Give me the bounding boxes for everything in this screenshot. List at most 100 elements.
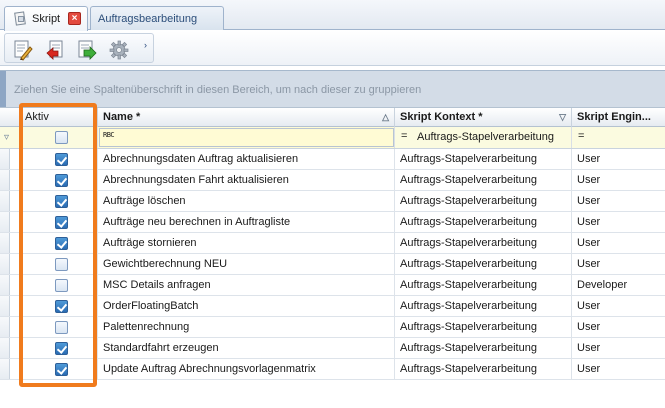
cell-skript-engine[interactable]: User xyxy=(572,212,665,232)
cell-skript-kontext[interactable]: Auftrags-Stapelverarbeitung xyxy=(395,170,572,190)
row-indicator[interactable] xyxy=(0,170,10,190)
cell-aktiv xyxy=(10,359,98,379)
aktiv-checkbox[interactable] xyxy=(55,279,68,292)
table-row[interactable]: Palettenrechnung Auftrags-Stapelverarbeit… xyxy=(0,317,665,338)
toolbar-group xyxy=(4,33,154,63)
table-row[interactable]: Standardfahrt erzeugen Auftrags-Stapelver… xyxy=(0,338,665,359)
row-indicator[interactable] xyxy=(0,254,10,274)
filter-operator-equals-icon[interactable]: = xyxy=(578,130,584,142)
row-indicator[interactable] xyxy=(0,275,10,295)
cell-skript-engine[interactable]: User xyxy=(572,338,665,358)
table-row[interactable]: Aufträge löschen Auftrags-Stapelverarbeit… xyxy=(0,191,665,212)
cell-aktiv xyxy=(10,170,98,190)
cell-skript-kontext[interactable]: Auftrags-Stapelverarbeitung xyxy=(395,359,572,379)
table-row[interactable]: Update Auftrag Abrechnungsvorlagenmatrix… xyxy=(0,359,665,380)
cell-name[interactable]: Update Auftrag Abrechnungsvorlagenmatrix xyxy=(98,359,395,379)
column-header-name[interactable]: Name * △ xyxy=(98,108,395,127)
cell-skript-engine[interactable]: User xyxy=(572,170,665,190)
cell-skript-engine[interactable]: Developer xyxy=(572,275,665,295)
tab-skript[interactable]: Skript × xyxy=(4,6,88,31)
cell-skript-kontext[interactable]: Auftrags-Stapelverarbeitung xyxy=(395,149,572,169)
filter-dropdown-icon[interactable]: ▽ xyxy=(559,108,566,127)
cell-skript-kontext[interactable]: Auftrags-Stapelverarbeitung xyxy=(395,212,572,232)
cell-skript-engine[interactable]: User xyxy=(572,296,665,316)
edit-script-button[interactable] xyxy=(9,37,35,61)
aktiv-checkbox[interactable] xyxy=(55,195,68,208)
filter-skript-engine[interactable]: = xyxy=(572,127,665,148)
cell-name[interactable]: OrderFloatingBatch xyxy=(98,296,395,316)
column-header-name-label: Name * xyxy=(103,111,141,123)
cell-skript-kontext[interactable]: Auftrags-Stapelverarbeitung xyxy=(395,233,572,253)
run-script-button[interactable] xyxy=(73,37,99,61)
row-indicator[interactable] xyxy=(0,212,10,232)
aktiv-checkbox[interactable] xyxy=(55,258,68,271)
cell-skript-engine[interactable]: User xyxy=(572,254,665,274)
aktiv-checkbox[interactable] xyxy=(55,216,68,229)
toolbar: › xyxy=(0,31,665,66)
tab-auftragsbearbeitung-label: Auftragsbearbeitung xyxy=(98,12,198,25)
cell-skript-engine[interactable]: User xyxy=(572,317,665,337)
close-tab-icon[interactable]: × xyxy=(68,12,81,25)
cell-skript-kontext[interactable]: Auftrags-Stapelverarbeitung xyxy=(395,338,572,358)
aktiv-checkbox[interactable] xyxy=(55,363,68,376)
aktiv-checkbox[interactable] xyxy=(55,342,68,355)
column-header-skript-kontext[interactable]: Skript Kontext * ▽ xyxy=(395,108,572,127)
filter-funnel-icon: ▿ xyxy=(4,132,10,143)
cell-skript-kontext[interactable]: Auftrags-Stapelverarbeitung xyxy=(395,191,572,211)
cell-skript-kontext[interactable]: Auftrags-Stapelverarbeitung xyxy=(395,275,572,295)
filter-aktiv-checkbox[interactable] xyxy=(55,131,68,144)
row-indicator[interactable] xyxy=(0,317,10,337)
table-row[interactable]: Gewichtberechnung NEU Auftrags-Stapelvera… xyxy=(0,254,665,275)
cell-name[interactable]: Palettenrechnung xyxy=(98,317,395,337)
filter-skript-kontext[interactable]: = Auftrags-Stapelverarbeitung xyxy=(395,127,572,148)
cell-name[interactable]: Abrechnungsdaten Auftrag aktualisieren xyxy=(98,149,395,169)
aktiv-checkbox[interactable] xyxy=(55,300,68,313)
settings-button[interactable] xyxy=(105,37,131,61)
table-row[interactable]: Aufträge neu berechnen in Auftragliste Au… xyxy=(0,212,665,233)
cell-aktiv xyxy=(10,254,98,274)
filter-name[interactable]: RBC xyxy=(98,127,395,148)
column-header-aktiv-label: Aktiv xyxy=(25,111,49,123)
row-indicator[interactable] xyxy=(0,359,10,379)
cell-name[interactable]: Abrechnungsdaten Fahrt aktualisieren xyxy=(98,170,395,190)
cell-name[interactable]: Aufträge stornieren xyxy=(98,233,395,253)
cell-aktiv xyxy=(10,191,98,211)
column-header-aktiv[interactable]: Aktiv xyxy=(20,108,98,127)
cell-skript-engine[interactable]: User xyxy=(572,359,665,379)
cell-name[interactable]: Aufträge löschen xyxy=(98,191,395,211)
tab-auftragsbearbeitung[interactable]: Auftragsbearbeitung xyxy=(90,6,224,30)
cell-skript-kontext[interactable]: Auftrags-Stapelverarbeitung xyxy=(395,254,572,274)
cell-name[interactable]: Standardfahrt erzeugen xyxy=(98,338,395,358)
aktiv-checkbox[interactable] xyxy=(55,153,68,166)
column-header-skript-engine[interactable]: Skript Engin... xyxy=(572,108,665,127)
filter-aktiv[interactable] xyxy=(20,127,98,148)
filter-operator-contains-icon[interactable]: RBC xyxy=(103,131,115,139)
row-indicator[interactable] xyxy=(0,149,10,169)
revert-button[interactable] xyxy=(41,37,67,61)
table-row[interactable]: Abrechnungsdaten Auftrag aktualisieren Au… xyxy=(0,149,665,170)
group-by-panel[interactable]: Ziehen Sie eine Spaltenüberschrift in di… xyxy=(0,71,665,107)
cell-skript-kontext[interactable]: Auftrags-Stapelverarbeitung xyxy=(395,317,572,337)
row-indicator[interactable] xyxy=(0,296,10,316)
cell-aktiv xyxy=(10,149,98,169)
cell-skript-engine[interactable]: User xyxy=(572,191,665,211)
row-indicator[interactable] xyxy=(0,191,10,211)
cell-skript-kontext[interactable]: Auftrags-Stapelverarbeitung xyxy=(395,296,572,316)
table-row[interactable]: MSC Details anfragen Auftrags-Stapelverar… xyxy=(0,275,665,296)
document-tab-strip: Skript × Auftragsbearbeitung xyxy=(0,0,665,31)
filter-operator-equals-icon[interactable]: = xyxy=(401,130,407,142)
table-row[interactable]: OrderFloatingBatch Auftrags-Stapelverarbe… xyxy=(0,296,665,317)
cell-name[interactable]: MSC Details anfragen xyxy=(98,275,395,295)
aktiv-checkbox[interactable] xyxy=(55,237,68,250)
cell-skript-engine[interactable]: User xyxy=(572,233,665,253)
table-row[interactable]: Abrechnungsdaten Fahrt aktualisieren Auft… xyxy=(0,170,665,191)
cell-name[interactable]: Gewichtberechnung NEU xyxy=(98,254,395,274)
table-row[interactable]: Aufträge stornieren Auftrags-Stapelverarb… xyxy=(0,233,665,254)
cell-skript-engine[interactable]: User xyxy=(572,149,665,169)
cell-name[interactable]: Aufträge neu berechnen in Auftragliste xyxy=(98,212,395,232)
toolbar-overflow-chevron-icon[interactable]: › xyxy=(144,40,154,54)
row-indicator[interactable] xyxy=(0,338,10,358)
row-indicator[interactable] xyxy=(0,233,10,253)
aktiv-checkbox[interactable] xyxy=(55,174,68,187)
aktiv-checkbox[interactable] xyxy=(55,321,68,334)
